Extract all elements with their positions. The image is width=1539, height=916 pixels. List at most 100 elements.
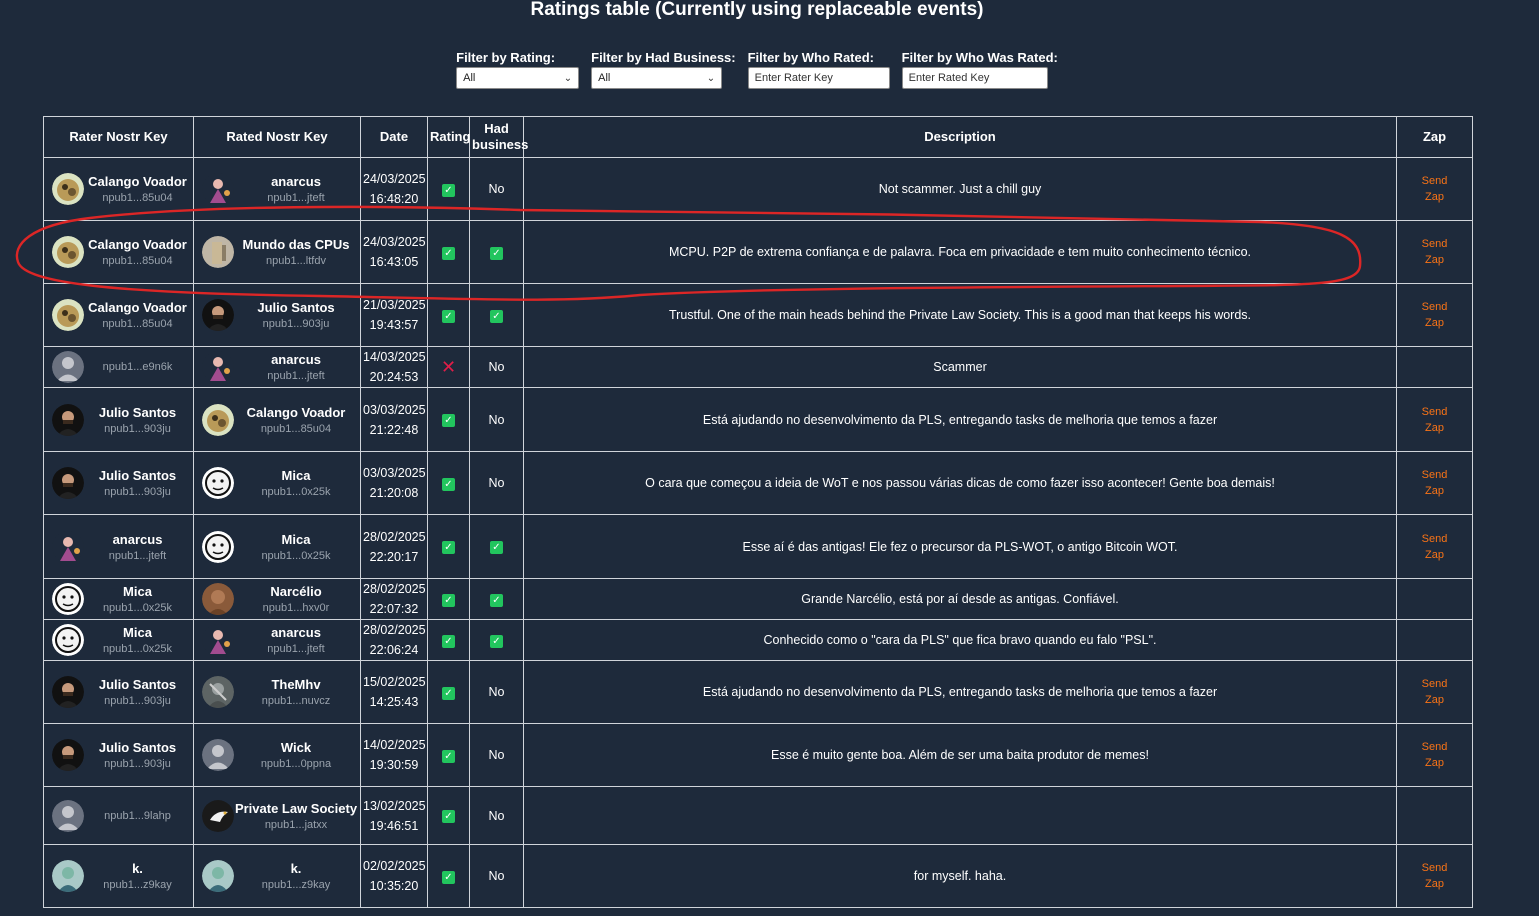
rated-cell[interactable]: Mundo das CPUs npub1...ltfdv (193, 220, 361, 284)
user-chip[interactable]: npub1...9lahp (46, 799, 191, 832)
col-rating[interactable]: Rating (427, 116, 470, 158)
rated-cell[interactable]: k. npub1...z9kay (193, 844, 361, 908)
user-chip[interactable]: Julio Santos npub1...903ju (46, 739, 191, 771)
k-avatar (52, 860, 84, 892)
user-name: Wick (280, 740, 312, 755)
rated-cell[interactable]: Mica npub1...0x25k (193, 451, 361, 515)
description-cell: Grande Narcélio, está por aí desde as an… (523, 578, 1397, 620)
date-day: 03/03/2025 (363, 466, 426, 480)
send-zap-button[interactable]: Send Zap (1399, 236, 1470, 268)
rater-cell[interactable]: Calango Voador npub1...85u04 (43, 220, 194, 284)
user-info: anarcus npub1...jteft (84, 531, 191, 563)
ratings-table: Rater Nostr Key Rated Nostr Key Date Rat… (43, 116, 1473, 908)
date-day: 28/02/2025 (363, 529, 426, 544)
send-zap-button[interactable]: Send Zap (1399, 676, 1470, 708)
user-chip[interactable]: npub1...e9n6k (46, 351, 191, 383)
user-chip[interactable]: Calango Voador npub1...85u04 (46, 299, 191, 331)
rater-cell[interactable]: Calango Voador npub1...85u04 (43, 283, 194, 347)
user-chip[interactable]: Calango Voador npub1...85u04 (196, 403, 358, 436)
rater-cell[interactable]: k. npub1...z9kay (43, 844, 194, 908)
user-chip[interactable]: anarcus npub1...jteft (46, 530, 191, 563)
rated-cell[interactable]: anarcus npub1...jteft (193, 619, 361, 661)
rater-cell[interactable]: anarcus npub1...jteft (43, 514, 194, 579)
col-date[interactable]: Date (360, 116, 428, 158)
date-cell: 03/03/2025 21:20:08 (360, 451, 428, 515)
user-chip[interactable]: Narcélio npub1...hxv0r (196, 583, 358, 615)
filter-rating: Filter by Rating: All ⌄ (456, 50, 580, 89)
rater-cell[interactable]: Julio Santos npub1...903ju (43, 723, 194, 787)
description-cell: Está ajudando no desenvolvimento da PLS,… (523, 660, 1397, 724)
user-chip[interactable]: Mica npub1...0x25k (196, 530, 358, 563)
user-chip[interactable]: k. npub1...z9kay (46, 860, 191, 892)
rater-cell[interactable]: Julio Santos npub1...903ju (43, 660, 194, 724)
user-name: k. (132, 861, 143, 876)
user-chip[interactable]: anarcus npub1...jteft (196, 173, 358, 205)
rated-cell[interactable]: Mica npub1...0x25k (193, 514, 361, 579)
send-zap-button[interactable]: Send Zap (1399, 739, 1470, 771)
rating-cell: ✓ (427, 619, 470, 661)
date-day: 28/02/2025 (363, 623, 426, 637)
user-chip[interactable]: Julio Santos npub1...903ju (46, 676, 191, 708)
col-zap[interactable]: Zap (1396, 116, 1473, 158)
rated-cell[interactable]: Narcélio npub1...hxv0r (193, 578, 361, 620)
user-chip[interactable]: TheMhv npub1...nuvcz (196, 676, 358, 708)
send-zap-button[interactable]: Send Zap (1399, 531, 1470, 563)
rated-key-input[interactable]: Enter Rated Key (901, 67, 1048, 89)
user-chip[interactable]: Mundo das CPUs npub1...ltfdv (196, 236, 358, 268)
send-zap-label: Zap (1425, 317, 1444, 329)
send-zap-button[interactable]: Send Zap (1399, 404, 1470, 436)
col-description[interactable]: Description (523, 116, 1397, 158)
col-business[interactable]: Had business (469, 116, 528, 158)
rating-select[interactable]: All ⌄ (456, 67, 580, 89)
rating-cell: ✓ (427, 157, 470, 221)
user-chip[interactable]: anarcus npub1...jteft (196, 351, 358, 383)
rater-cell[interactable]: Calango Voador npub1...85u04 (43, 157, 194, 221)
col-rater[interactable]: Rater Nostr Key (43, 116, 194, 158)
rated-cell[interactable]: anarcus npub1...jteft (193, 157, 361, 221)
send-zap-button[interactable]: Send Zap (1399, 860, 1470, 892)
user-chip[interactable]: Mica npub1...0x25k (196, 467, 358, 499)
rating-cell: ✓ (427, 786, 470, 845)
user-chip[interactable]: Julio Santos npub1...903ju (196, 299, 358, 331)
send-zap-label: Send (1421, 301, 1448, 313)
rater-cell[interactable]: npub1...e9n6k (43, 346, 194, 388)
user-chip[interactable]: Julio Santos npub1...903ju (46, 403, 191, 436)
business-select[interactable]: All ⌄ (591, 67, 723, 89)
rater-cell[interactable]: npub1...9lahp (43, 786, 194, 845)
rated-cell[interactable]: Wick npub1...0ppna (193, 723, 361, 787)
calango-avatar (52, 173, 84, 205)
rating-cell: ✓ (427, 451, 470, 515)
rater-key-input[interactable]: Enter Rater Key (747, 67, 890, 89)
rated-cell[interactable]: anarcus npub1...jteft (193, 346, 361, 388)
user-chip[interactable]: Wick npub1...0ppna (196, 739, 358, 771)
date-time: 21:20:08 (369, 486, 419, 500)
business-cell: No (469, 786, 524, 845)
rated-cell[interactable]: TheMhv npub1...nuvcz (193, 660, 361, 724)
rated-cell[interactable]: Julio Santos npub1...903ju (193, 283, 361, 347)
rated-cell[interactable]: Calango Voador npub1...85u04 (193, 387, 361, 452)
user-chip[interactable]: Julio Santos npub1...903ju (46, 467, 191, 499)
check-icon: ✓ (442, 541, 455, 554)
pls-eagle-avatar (202, 799, 234, 832)
table-row: Julio Santos npub1...903ju Calango Voador n… (43, 387, 1473, 452)
rater-cell[interactable]: Julio Santos npub1...903ju (43, 451, 194, 515)
user-chip[interactable]: anarcus npub1...jteft (196, 624, 358, 656)
date-day: 24/03/2025 (363, 172, 426, 186)
col-rated[interactable]: Rated Nostr Key (193, 116, 361, 158)
rater-cell[interactable]: Mica npub1...0x25k (43, 578, 194, 620)
send-zap-button[interactable]: Send Zap (1399, 173, 1470, 205)
user-chip[interactable]: k. npub1...z9kay (196, 860, 358, 892)
user-chip[interactable]: Calango Voador npub1...85u04 (46, 173, 191, 205)
user-chip[interactable]: Calango Voador npub1...85u04 (46, 236, 191, 268)
user-key: npub1...9lahp (104, 809, 171, 822)
user-chip[interactable]: Private Law Society npub1...jatxx (196, 799, 358, 832)
rater-cell[interactable]: Julio Santos npub1...903ju (43, 387, 194, 452)
business-cell: ✓ (469, 220, 524, 284)
julio-avatar (202, 299, 234, 331)
user-chip[interactable]: Mica npub1...0x25k (46, 583, 191, 615)
rater-cell[interactable]: Mica npub1...0x25k (43, 619, 194, 661)
rated-cell[interactable]: Private Law Society npub1...jatxx (193, 786, 361, 845)
send-zap-button[interactable]: Send Zap (1399, 467, 1470, 499)
send-zap-button[interactable]: Send Zap (1399, 299, 1470, 331)
user-chip[interactable]: Mica npub1...0x25k (46, 624, 191, 656)
